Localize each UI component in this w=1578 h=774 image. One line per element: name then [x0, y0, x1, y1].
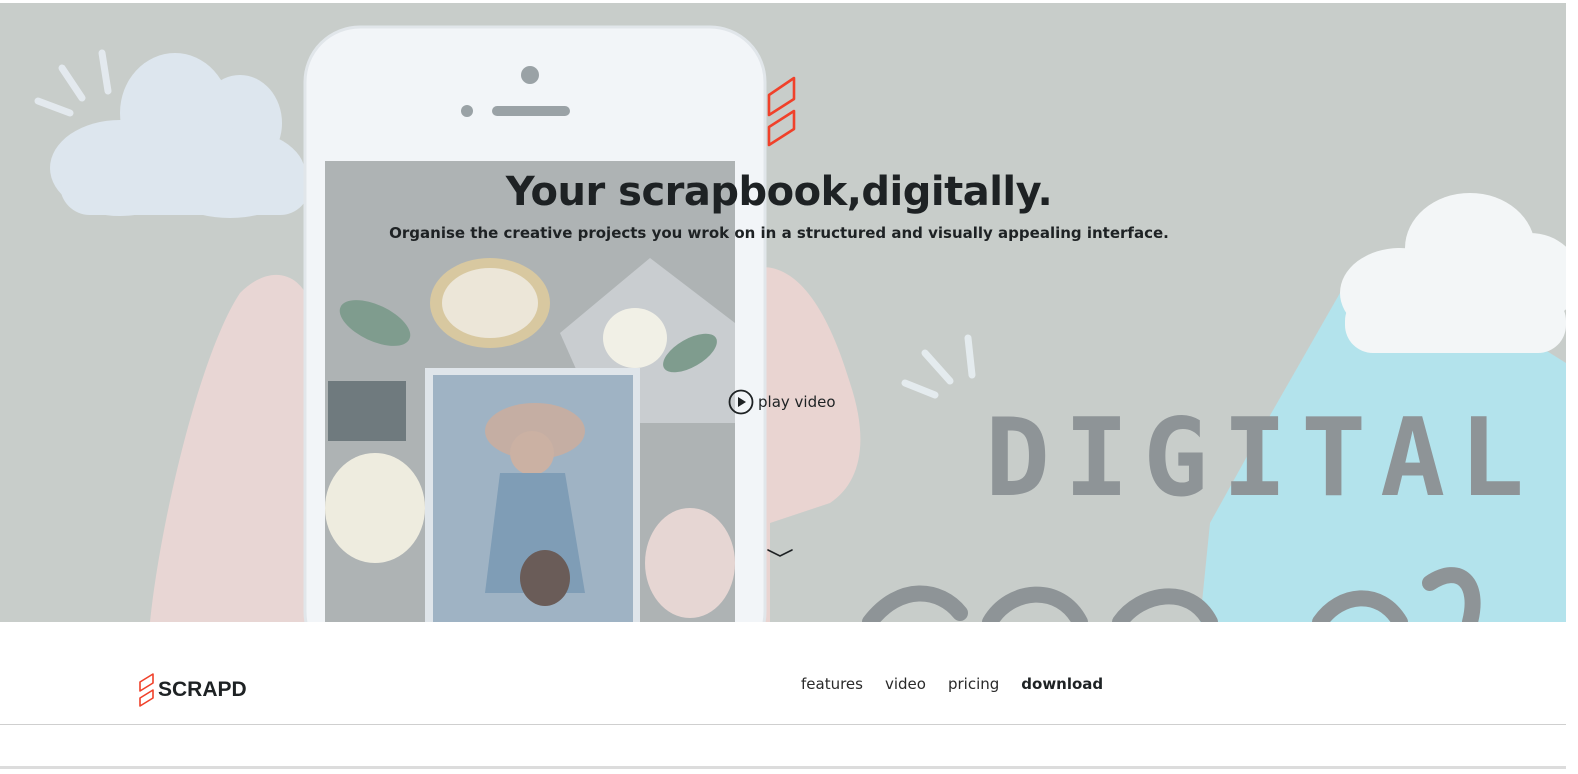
- hero-subtitle: Organise the creative projects you wrok …: [389, 224, 1169, 242]
- play-video-label: play video: [758, 393, 836, 411]
- bottom-divider: [0, 766, 1566, 769]
- logo-icon: [767, 76, 796, 147]
- logo-icon: [139, 673, 154, 707]
- hero-section: DIGITAL Your scrapbook,digitally. Organi…: [0, 3, 1566, 622]
- brand[interactable]: SCRAPD: [137, 672, 247, 708]
- brand-name: SCRAPD: [158, 678, 247, 701]
- chevron-down-icon[interactable]: [766, 545, 794, 561]
- nav-link-pricing[interactable]: pricing: [948, 674, 999, 694]
- play-circle-icon: [728, 389, 754, 415]
- hero-content: Your scrapbook,digitally. Organise the c…: [0, 3, 1566, 622]
- hero-title: Your scrapbook,digitally.: [505, 169, 1053, 215]
- nav-link-features[interactable]: features: [801, 674, 863, 694]
- play-video-button[interactable]: play video: [728, 388, 836, 416]
- main-navbar: SCRAPD features video pricing download: [0, 622, 1566, 725]
- nav-link-download[interactable]: download: [1021, 674, 1103, 694]
- scrollbar-gutter: [1566, 0, 1578, 774]
- nav-link-video[interactable]: video: [885, 674, 926, 694]
- nav-links: features video pricing download: [801, 674, 1103, 694]
